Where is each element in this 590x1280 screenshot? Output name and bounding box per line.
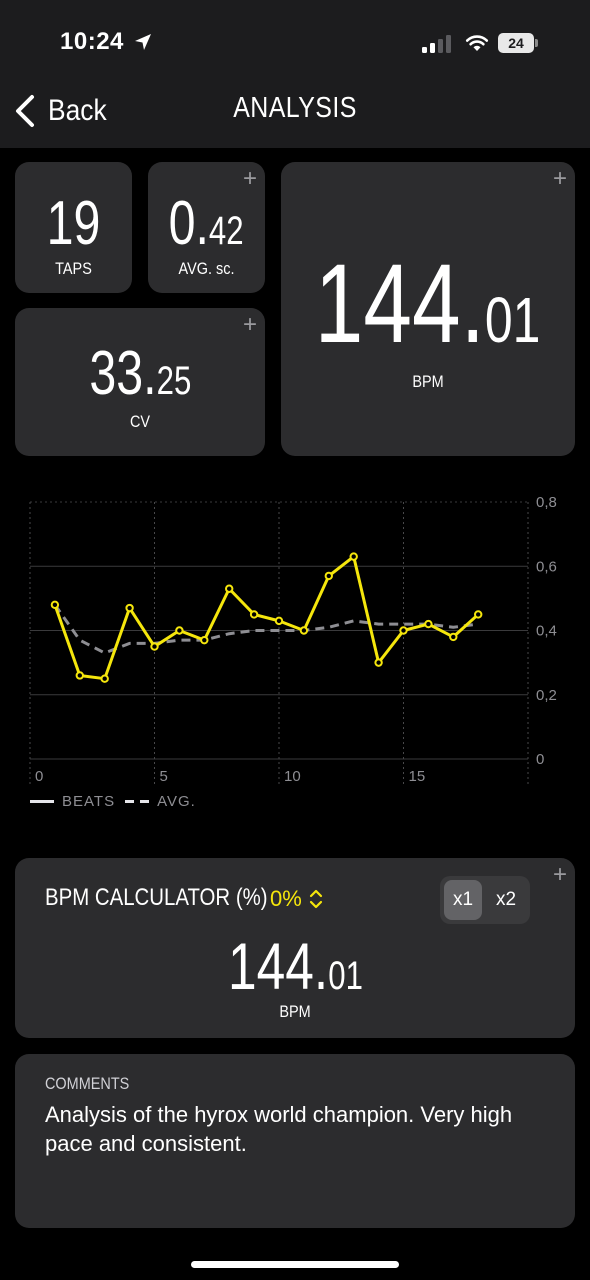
y-tick-label: 0,6 [536,558,557,575]
beats-point [175,626,184,635]
battery-level: 24 [498,33,534,53]
beats-point [474,610,483,619]
multiplier-segmented-control: x1 x2 [440,876,530,924]
x-tick-label: 10 [284,768,301,785]
bpm-dec: 01 [485,284,541,356]
avg-sc-dec: 42 [209,209,245,253]
beats-point [424,619,433,629]
status-time: 10:24 [60,28,124,55]
battery-indicator: 24 [498,33,538,53]
beats-point [125,603,134,613]
avg-sc-card[interactable]: + 0.42 AVG. sc. [148,162,265,293]
beats-point [349,552,358,561]
beats-point [299,626,309,635]
comments-heading: COMMENTS [45,1074,130,1093]
chart-legend: BEATS AVG. [30,793,196,810]
beats-point [50,600,60,609]
y-tick-label: 0 [536,751,544,768]
taps-label: TAPS [55,259,92,278]
percent-selector[interactable]: 0% [270,886,324,912]
cv-dec: 25 [156,359,191,403]
beats-legend-swatch [30,800,54,803]
beats-point [225,584,234,593]
legend-avg: AVG. [157,793,196,810]
comments-card[interactable]: COMMENTS Analysis of the hyrox world cha… [15,1054,575,1228]
bpm-int: 144. [315,241,486,366]
chevron-up-down-icon [309,889,322,909]
legend-beats: BEATS [62,793,116,810]
comments-text: Analysis of the hyrox world champion. Ve… [45,1102,513,1156]
bpm-card[interactable]: + 144.01 BPM [281,162,575,456]
wifi-icon [465,35,489,51]
beats-point [100,674,109,683]
calculator-bpm-dec: 01 [327,954,363,998]
beats-point [324,571,333,581]
add-icon[interactable]: + [553,862,567,888]
multiplier-x1-button[interactable]: x1 [444,880,482,920]
y-tick-label: 0,2 [536,687,557,704]
beats-point [150,642,159,651]
cv-card[interactable]: + 33.25 CV [15,308,265,456]
beats-point [75,671,85,680]
add-icon[interactable]: + [553,166,567,192]
beats-line-chart: 0 0,2 0,4 0,6 0,8 0 5 10 15 [29,494,557,785]
beats-series-line [53,555,480,681]
taps-card[interactable]: 19 TAPS [15,162,132,293]
y-tick-label: 0,8 [536,494,557,511]
x-tick-label: 15 [409,768,426,785]
calculator-bpm-int: 144. [227,929,328,1003]
home-indicator [191,1261,399,1268]
percent-value: 0% [270,886,302,911]
add-icon[interactable]: + [243,312,257,338]
beats-point [200,635,209,645]
multiplier-x2-button[interactable]: x2 [487,880,525,920]
y-tick-label: 0,4 [536,623,557,640]
top-bar: 10:24 24 Back ANALYSIS [0,0,590,148]
location-arrow-icon [135,34,151,50]
x-tick-label: 0 [35,768,43,785]
avg-sc-int: 0. [168,189,210,258]
page-title: ANALYSIS [233,92,357,124]
avg-legend-swatch [125,800,150,803]
taps-value: 19 [46,189,101,258]
chevron-left-icon [16,95,34,127]
beats-point [249,610,259,619]
avg-sc-label: AVG. sc. [178,259,235,278]
beats-point [399,626,408,635]
calculator-bpm-label: BPM [279,1002,311,1021]
battery-tip [535,39,538,47]
beats-point [449,632,458,642]
beats-point [374,658,383,667]
beats-point [274,616,284,626]
bpm-calculator-card: + BPM CALCULATOR (%) 0% x1 x2 144.01 BPM [15,858,575,1038]
cellular-signal-icon [422,35,451,53]
bpm-label: BPM [412,372,444,391]
x-tick-label: 5 [160,768,168,785]
cv-int: 33. [89,339,157,408]
cv-label: CV [129,412,151,431]
calculator-title: BPM CALCULATOR (%) [45,884,268,911]
